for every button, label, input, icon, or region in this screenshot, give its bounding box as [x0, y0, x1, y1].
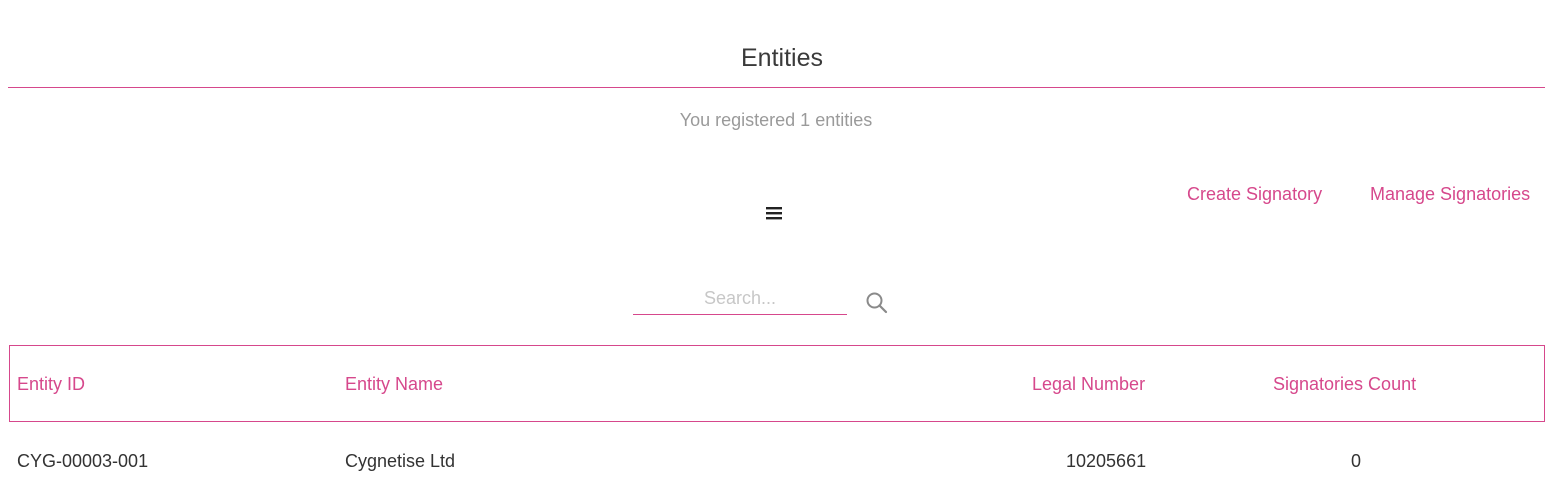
entities-count-text: You registered 1 entities — [679, 110, 873, 130]
column-header-entity-name[interactable]: Entity Name — [345, 372, 443, 396]
hamburger-menu-icon[interactable] — [764, 203, 784, 223]
search-field — [633, 283, 849, 317]
search-icon[interactable] — [864, 290, 890, 316]
cell-signatories-count: 0 — [1351, 451, 1362, 471]
create-signatory-link[interactable]: Create Signatory — [1187, 182, 1322, 206]
search-input[interactable] — [633, 283, 847, 315]
page-title: Entities — [741, 44, 823, 72]
column-header-signatories-count[interactable]: Signatories Count — [1273, 372, 1416, 396]
manage-signatories-link[interactable]: Manage Signatories — [1370, 182, 1530, 206]
cell-entity-name: Cygnetise Ltd — [345, 451, 456, 471]
title-divider — [8, 87, 1545, 88]
cell-entity-id: CYG-00003-001 — [17, 451, 149, 471]
column-header-entity-id[interactable]: Entity ID — [17, 372, 85, 396]
cell-legal-number: 10205661 — [1066, 451, 1147, 471]
column-header-legal-number[interactable]: Legal Number — [1032, 372, 1145, 396]
